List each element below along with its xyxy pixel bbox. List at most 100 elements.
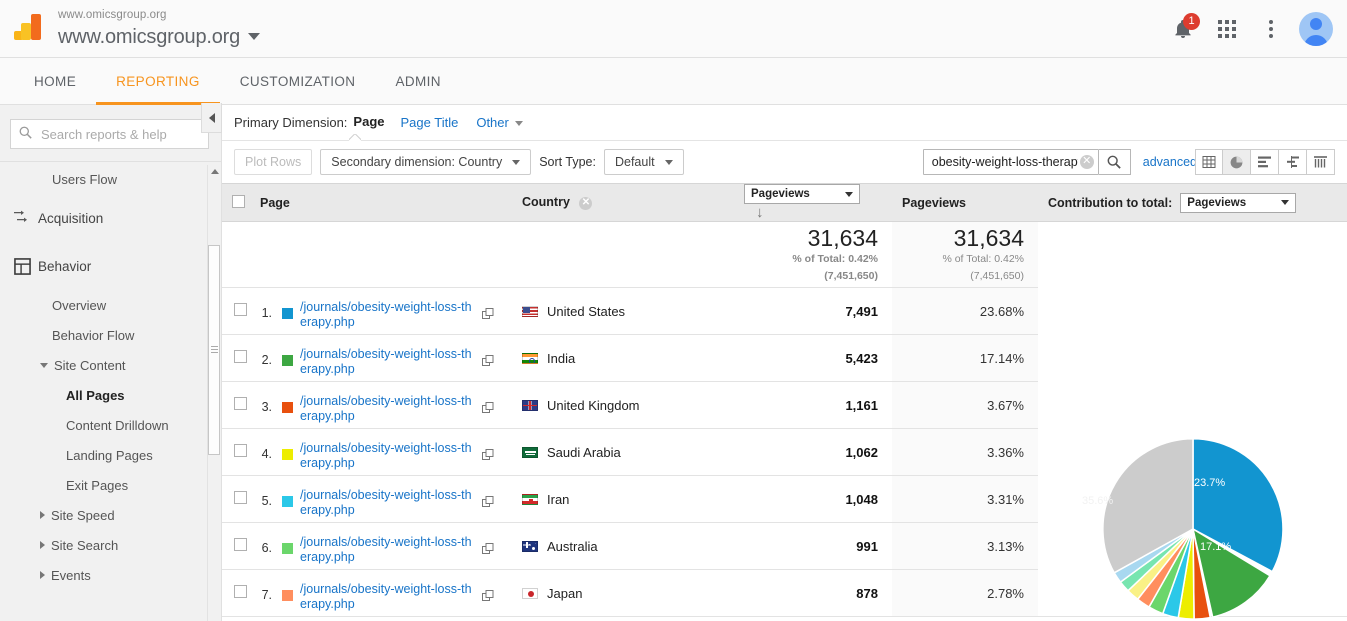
row-select-cell bbox=[222, 287, 250, 335]
secondary-dimension-button[interactable]: Secondary dimension: Country bbox=[320, 149, 532, 175]
sidebar-item-site-speed[interactable]: Site Speed bbox=[0, 500, 221, 530]
pie-chart[interactable]: 23.7% 17.1% 35.6% bbox=[1048, 419, 1337, 620]
sidebar-item-label: Site Speed bbox=[51, 507, 115, 523]
row-checkbox[interactable] bbox=[234, 444, 247, 457]
sidebar-collapse-button[interactable] bbox=[201, 103, 222, 133]
row-contribution: 17.14% bbox=[892, 334, 1038, 382]
sidebar-item-all-pages[interactable]: All Pages bbox=[0, 380, 221, 410]
property-name[interactable]: www.omicsgroup.org bbox=[58, 25, 261, 48]
view-mode-pivot-button[interactable] bbox=[1307, 149, 1335, 175]
chevron-right-icon bbox=[40, 571, 45, 579]
metric-select[interactable]: Pageviews bbox=[744, 184, 860, 204]
page-link[interactable]: /journals/obesity-weight-loss-th erapy.p… bbox=[300, 340, 476, 377]
row-checkbox[interactable] bbox=[234, 491, 247, 504]
row-contribution: 3.36% bbox=[892, 428, 1038, 476]
sidebar-item-label: Overview bbox=[52, 297, 107, 313]
contribution-select[interactable]: Pageviews bbox=[1180, 192, 1297, 213]
row-page-cell: 2. /journals/obesity-weight-loss-th erap… bbox=[250, 334, 512, 382]
page-link[interactable]: /journals/obesity-weight-loss-th erapy.p… bbox=[300, 575, 476, 612]
table-search-box[interactable]: ✕ bbox=[922, 149, 1099, 175]
primary-dimension-active[interactable]: Page bbox=[353, 114, 384, 131]
sidebar-item-behavior-flow[interactable]: Behavior Flow bbox=[0, 320, 221, 350]
page-link[interactable]: /journals/obesity-weight-loss-th erapy.p… bbox=[300, 387, 476, 424]
row-checkbox[interactable] bbox=[234, 585, 247, 598]
clear-search-icon[interactable]: ✕ bbox=[1079, 155, 1094, 169]
sidebar-item-label: Acquisition bbox=[38, 210, 104, 226]
select-all-checkbox[interactable] bbox=[232, 194, 245, 208]
sidebar-item-overview[interactable]: Overview bbox=[0, 290, 221, 320]
page-column-header[interactable]: Page bbox=[250, 183, 512, 222]
scroll-up-icon[interactable] bbox=[211, 169, 219, 174]
avatar[interactable] bbox=[1299, 12, 1333, 46]
open-page-external-icon[interactable] bbox=[482, 495, 494, 511]
more-options-button[interactable] bbox=[1249, 7, 1293, 51]
row-contribution: 3.31% bbox=[892, 475, 1038, 523]
sidebar-item-label: Users Flow bbox=[52, 171, 118, 187]
row-country-cell: Saudi Arabia bbox=[512, 428, 734, 476]
search-submit-button[interactable] bbox=[1098, 149, 1131, 175]
chevron-right-icon bbox=[40, 511, 45, 519]
flag-icon bbox=[522, 305, 538, 317]
country-column-header[interactable]: Country ✕ bbox=[512, 183, 734, 222]
view-mode-table-button[interactable] bbox=[1195, 149, 1223, 175]
page-link[interactable]: /journals/obesity-weight-loss-th erapy.p… bbox=[300, 434, 476, 471]
row-checkbox[interactable] bbox=[234, 538, 247, 551]
sidebar-item-events[interactable]: Events bbox=[0, 560, 221, 590]
sort-type-button[interactable]: Default bbox=[603, 149, 684, 175]
open-page-external-icon[interactable] bbox=[482, 354, 494, 370]
sort-descending-icon[interactable]: ↓ bbox=[756, 204, 764, 221]
page-link[interactable]: /journals/obesity-weight-loss-th erapy.p… bbox=[300, 293, 476, 330]
row-checkbox[interactable] bbox=[234, 303, 247, 316]
row-page-cell: 5. /journals/obesity-weight-loss-th erap… bbox=[250, 475, 512, 523]
table-search-input[interactable] bbox=[929, 154, 1080, 170]
sidebar-item-content-drilldown[interactable]: Content Drilldown bbox=[0, 410, 221, 440]
view-mode-comparison-button[interactable] bbox=[1279, 149, 1307, 175]
apps-button[interactable] bbox=[1205, 7, 1249, 51]
sidebar-item-site-search[interactable]: Site Search bbox=[0, 530, 221, 560]
row-checkbox[interactable] bbox=[234, 350, 247, 363]
contribution-header: Contribution to total: Pageviews bbox=[1038, 183, 1347, 222]
tab-home[interactable]: HOME bbox=[14, 58, 96, 104]
sidebar-scrollbar[interactable] bbox=[207, 165, 220, 621]
plot-rows-button[interactable]: Plot Rows bbox=[234, 149, 313, 175]
open-page-external-icon[interactable] bbox=[482, 542, 494, 558]
remove-secondary-dimension-icon[interactable]: ✕ bbox=[579, 196, 593, 210]
sidebar-item-site-content[interactable]: Site Content bbox=[0, 350, 221, 380]
view-mode-performance-button[interactable] bbox=[1251, 149, 1279, 175]
sidebar-item-behavior[interactable]: Behavior bbox=[0, 242, 221, 290]
page-link[interactable]: /journals/obesity-weight-loss-th erapy.p… bbox=[300, 481, 476, 518]
sidebar-item-exit-pages[interactable]: Exit Pages bbox=[0, 470, 221, 500]
sidebar-item-label: Behavior Flow bbox=[52, 327, 135, 343]
row-number: 6. bbox=[261, 540, 272, 555]
property-name-label: www.omicsgroup.org bbox=[58, 25, 241, 48]
flag-icon bbox=[522, 540, 538, 552]
sidebar-item-label: Site Content bbox=[54, 357, 126, 373]
row-contribution: 23.68% bbox=[892, 287, 1038, 335]
search-input[interactable] bbox=[39, 120, 208, 148]
open-page-external-icon[interactable] bbox=[482, 589, 494, 605]
advanced-link[interactable]: advanced bbox=[1143, 155, 1197, 169]
tab-reporting[interactable]: REPORTING bbox=[96, 58, 220, 105]
tab-admin[interactable]: ADMIN bbox=[375, 58, 461, 104]
property-selector[interactable]: www.omicsgroup.org www.omicsgroup.org bbox=[58, 10, 261, 48]
open-page-external-icon[interactable] bbox=[482, 448, 494, 464]
sidebar-item-users-flow[interactable]: Users Flow bbox=[0, 164, 221, 194]
sidebar-item-landing-pages[interactable]: Landing Pages bbox=[0, 440, 221, 470]
notifications-button[interactable]: 1 bbox=[1161, 7, 1205, 51]
open-page-external-icon[interactable] bbox=[482, 401, 494, 417]
page-link[interactable]: /journals/obesity-weight-loss-th erapy.p… bbox=[300, 528, 476, 565]
row-color-swatch bbox=[282, 354, 293, 366]
google-analytics-page: www.omicsgroup.org www.omicsgroup.org 1 bbox=[0, 0, 1347, 621]
page-link-line2: erapy.php bbox=[300, 549, 355, 564]
open-page-external-icon[interactable] bbox=[482, 307, 494, 323]
row-color-swatch bbox=[282, 589, 293, 601]
primary-dimension-page-title[interactable]: Page Title bbox=[401, 115, 459, 130]
tab-customization[interactable]: CUSTOMIZATION bbox=[220, 58, 376, 104]
scrollbar-thumb[interactable] bbox=[208, 245, 220, 455]
primary-dimension-other[interactable]: Other bbox=[476, 115, 523, 130]
row-checkbox[interactable] bbox=[234, 397, 247, 410]
view-mode-pie-button[interactable] bbox=[1223, 149, 1251, 175]
search-reports-box[interactable] bbox=[10, 119, 209, 149]
country-name: United States bbox=[547, 303, 626, 319]
sidebar-item-acquisition[interactable]: Acquisition bbox=[0, 194, 221, 242]
